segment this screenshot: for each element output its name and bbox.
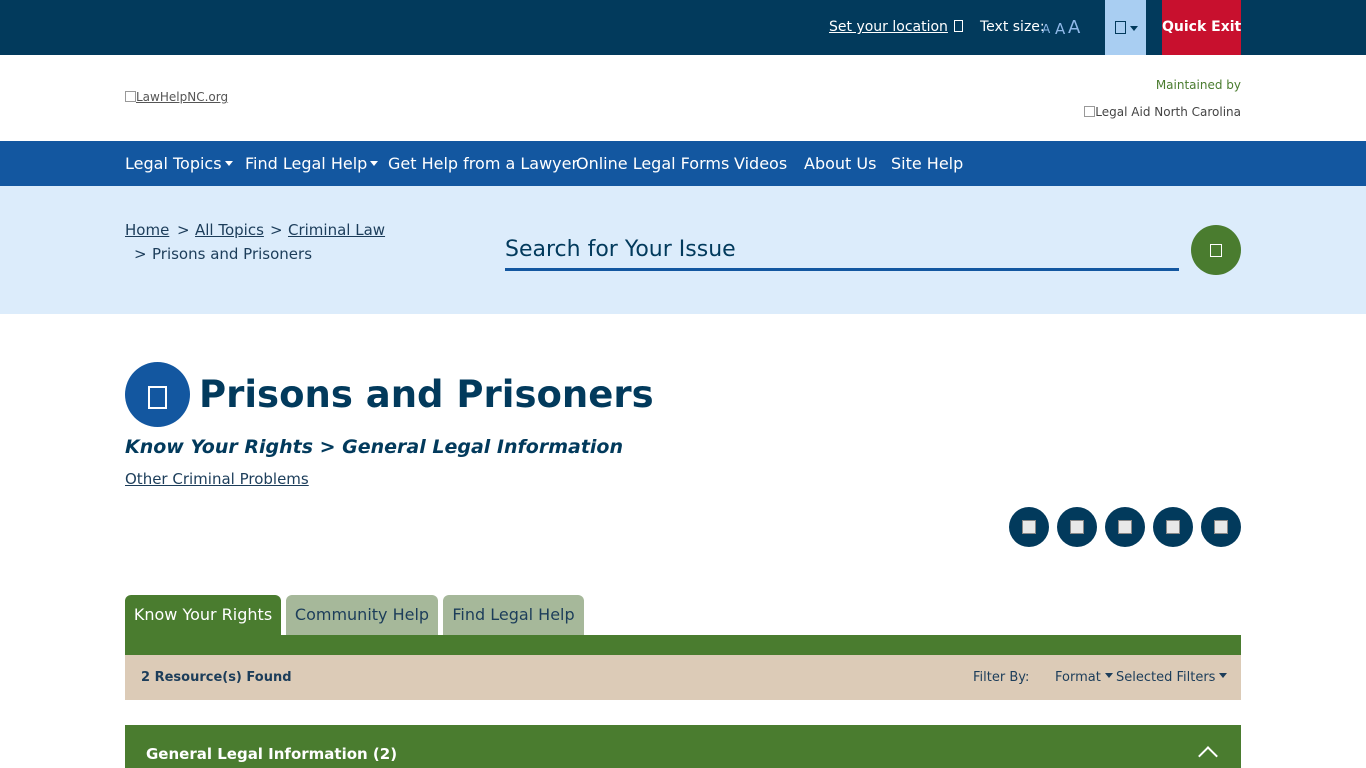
search-field-wrapper: [505, 226, 1179, 271]
nav-videos[interactable]: Videos: [734, 154, 787, 173]
nav-site-help[interactable]: Site Help: [891, 154, 963, 173]
breadcrumb-separator: >: [134, 245, 147, 263]
share-icon: [1022, 520, 1036, 534]
location-icon: [953, 20, 963, 32]
share-button-4[interactable]: [1153, 507, 1193, 547]
main-nav: Legal Topics Find Legal Help Get Help fr…: [0, 141, 1366, 186]
format-filter-dropdown[interactable]: Format: [1055, 670, 1113, 685]
breadcrumb-all-topics[interactable]: All Topics: [195, 221, 264, 239]
tab-know-your-rights[interactable]: Know Your Rights: [125, 595, 281, 635]
search-button[interactable]: [1191, 225, 1241, 275]
set-location-label: Set your location: [829, 19, 948, 35]
format-filter-label: Format: [1055, 670, 1101, 685]
breadcrumb-separator: >: [177, 221, 190, 239]
resource-count: 2 Resource(s) Found: [141, 670, 292, 685]
breadcrumb-home[interactable]: Home: [125, 221, 169, 239]
search-icon: [1210, 244, 1222, 257]
tab-strip: [125, 635, 1241, 655]
filter-bar: 2 Resource(s) Found Filter By: Format Se…: [125, 655, 1241, 700]
tab-community-help[interactable]: Community Help: [286, 595, 438, 635]
nav-label: Find Legal Help: [245, 154, 368, 173]
share-button-1[interactable]: [1009, 507, 1049, 547]
utility-bar: Set your location Text size: A A A Quick…: [0, 0, 1366, 55]
chevron-down-icon: [370, 161, 379, 166]
breadcrumb-current: Prisons and Prisoners: [152, 245, 313, 263]
image-icon: [1084, 106, 1096, 117]
tab-find-legal-help[interactable]: Find Legal Help: [443, 595, 584, 635]
search-input[interactable]: [505, 232, 1179, 266]
breadcrumb-separator: >: [270, 221, 283, 239]
site-logo[interactable]: LawHelpNC.org: [125, 90, 228, 104]
share-button-2[interactable]: [1057, 507, 1097, 547]
share-icon: [1070, 520, 1084, 534]
text-size-medium-button[interactable]: A: [1055, 20, 1065, 38]
quick-exit-button[interactable]: Quick Exit: [1162, 0, 1241, 55]
filter-by-label: Filter By:: [973, 670, 1030, 685]
language-dropdown[interactable]: [1105, 0, 1146, 55]
text-size-large-button[interactable]: A: [1068, 17, 1080, 38]
share-button-5[interactable]: [1201, 507, 1241, 547]
page-title: Prisons and Prisoners: [199, 373, 654, 416]
accordion-general-legal-information[interactable]: General Legal Information (2): [125, 725, 1241, 768]
nav-online-legal-forms[interactable]: Online Legal Forms: [576, 154, 729, 173]
partner-logo[interactable]: Legal Aid North Carolina: [1084, 105, 1241, 119]
language-icon: [1115, 21, 1126, 34]
nav-get-help-from-lawyer[interactable]: Get Help from a Lawyer: [388, 154, 578, 173]
selected-filters-dropdown[interactable]: Selected Filters: [1116, 670, 1228, 685]
nav-find-legal-help[interactable]: Find Legal Help: [245, 154, 379, 173]
share-icon: [1118, 520, 1132, 534]
nav-about-us[interactable]: About Us: [804, 154, 876, 173]
topic-icon: [125, 362, 190, 427]
breadcrumb-criminal-law[interactable]: Criminal Law: [288, 221, 385, 239]
nav-label: Legal Topics: [125, 154, 222, 173]
related-topic-link[interactable]: Other Criminal Problems: [125, 470, 309, 488]
text-size-label: Text size:: [980, 19, 1045, 35]
share-icon: [1214, 520, 1228, 534]
share-button-3[interactable]: [1105, 507, 1145, 547]
chevron-down-icon: [224, 161, 233, 166]
selected-filters-label: Selected Filters: [1116, 670, 1216, 685]
document-icon: [148, 386, 167, 409]
accordion-title: General Legal Information (2): [146, 745, 398, 763]
chevron-up-icon: [1198, 746, 1218, 766]
partner-alt-text: Legal Aid North Carolina: [1095, 105, 1241, 119]
logo-alt-text: LawHelpNC.org: [136, 90, 229, 104]
page-subtitle: Know Your Rights > General Legal Informa…: [125, 436, 623, 458]
nav-legal-topics[interactable]: Legal Topics: [125, 154, 233, 173]
text-size-small-button[interactable]: A: [1042, 22, 1050, 36]
chevron-down-icon: [1130, 26, 1138, 31]
chevron-down-icon: [1219, 673, 1228, 678]
set-location-link[interactable]: Set your location: [829, 19, 963, 35]
share-icon: [1166, 520, 1180, 534]
maintained-by-label: Maintained by: [1155, 78, 1241, 92]
chevron-down-icon: [1104, 673, 1113, 678]
image-icon: [125, 91, 136, 102]
